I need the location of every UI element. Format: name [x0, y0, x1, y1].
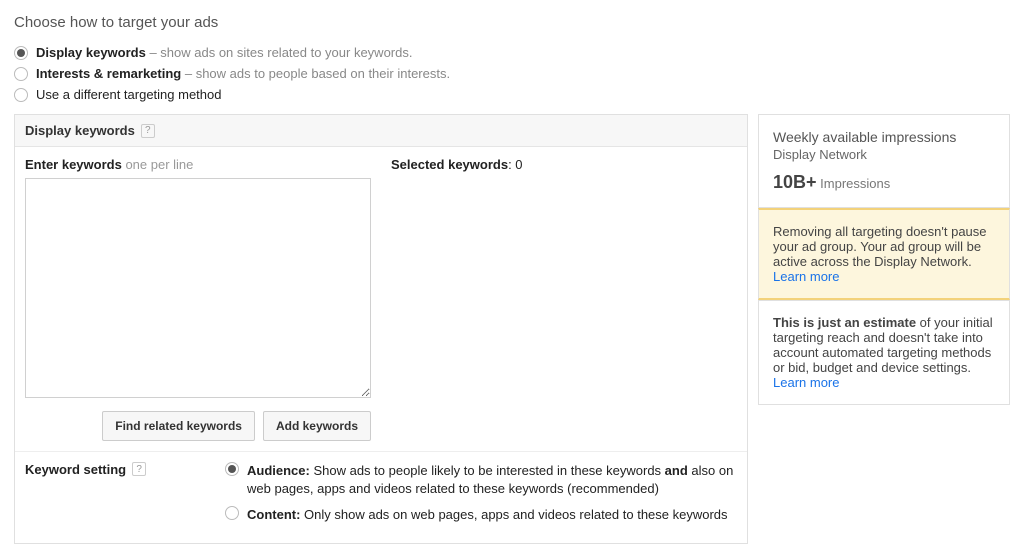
impressions-subtitle: Display Network: [773, 147, 995, 162]
radio-desc: – show ads to people based on their inte…: [185, 66, 450, 81]
impressions-box: Weekly available impressions Display Net…: [758, 114, 1010, 208]
impressions-unit: Impressions: [820, 176, 890, 191]
impressions-title: Weekly available impressions: [773, 129, 995, 145]
radio-icon: [14, 46, 28, 60]
radio-icon: [14, 88, 28, 102]
radio-icon: [225, 462, 239, 476]
help-icon[interactable]: ?: [132, 462, 146, 476]
panel-title: Display keywords: [25, 123, 135, 138]
radio-icon: [14, 67, 28, 81]
setting-opt-audience[interactable]: Audience: Show ads to people likely to b…: [225, 462, 737, 498]
panel-header: Display keywords ?: [15, 115, 747, 147]
radio-label: Interests & remarketing: [36, 66, 181, 81]
keywords-textarea[interactable]: [25, 178, 371, 398]
targeting-radio-list: Display keywords – show ads on sites rel…: [14, 45, 1010, 102]
radio-icon: [225, 506, 239, 520]
find-related-keywords-button[interactable]: Find related keywords: [102, 411, 255, 441]
add-keywords-button[interactable]: Add keywords: [263, 411, 371, 441]
learn-more-link[interactable]: Learn more: [773, 375, 839, 390]
warning-box: Removing all targeting doesn't pause you…: [758, 208, 1010, 300]
help-icon[interactable]: ?: [141, 124, 155, 138]
selected-keywords-label: Selected keywords: 0: [391, 157, 737, 172]
setting-opt-content[interactable]: Content: Only show ads on web pages, app…: [225, 506, 737, 524]
radio-display-keywords[interactable]: Display keywords – show ads on sites rel…: [14, 45, 1010, 60]
radio-different-method[interactable]: Use a different targeting method: [14, 87, 1010, 102]
radio-label: Display keywords: [36, 45, 146, 60]
radio-label: Use a different targeting method: [36, 87, 222, 102]
enter-keywords-label: Enter keywords one per line: [25, 157, 371, 172]
page-heading: Choose how to target your ads: [14, 14, 1010, 31]
radio-interests-remarketing[interactable]: Interests & remarketing – show ads to pe…: [14, 66, 1010, 81]
estimate-box: This is just an estimate of your initial…: [758, 300, 1010, 405]
keyword-setting-label: Keyword setting: [25, 462, 126, 477]
estimate-bold: This is just an estimate: [773, 315, 916, 330]
sidebar: Weekly available impressions Display Net…: [758, 114, 1010, 405]
setting-opt-text: Audience: Show ads to people likely to b…: [247, 462, 737, 498]
learn-more-link[interactable]: Learn more: [773, 269, 839, 284]
setting-opt-text: Content: Only show ads on web pages, app…: [247, 506, 737, 524]
radio-desc: – show ads on sites related to your keyw…: [149, 45, 412, 60]
impressions-value: 10B+: [773, 172, 817, 192]
display-keywords-panel: Display keywords ? Enter keywords one pe…: [14, 114, 748, 544]
warning-text: Removing all targeting doesn't pause you…: [773, 224, 987, 269]
